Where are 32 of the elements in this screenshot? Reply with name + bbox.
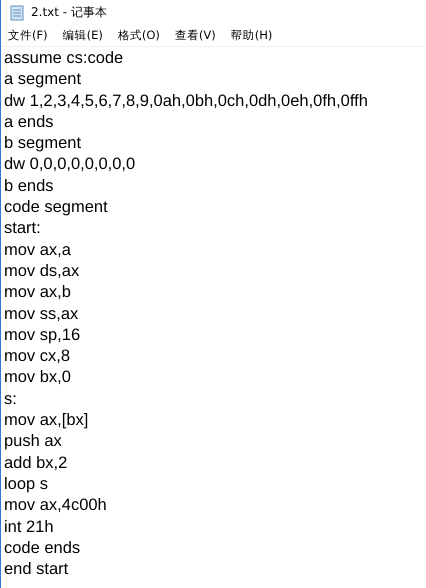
code-line: push ax (4, 431, 63, 452)
code-line: code ends (4, 538, 82, 559)
code-line: mov ax,a (4, 240, 72, 261)
code-line: end start (4, 559, 70, 580)
menu-item[interactable]: 格式(O) (118, 28, 166, 43)
code-line: s: (4, 388, 18, 410)
code-line: dw 1,2,3,4,5,6,7,8,9,0ah,0bh,0ch,0dh,0eh,0fh,0ffh (4, 90, 369, 112)
code-line: b ends (4, 176, 55, 197)
menu-item[interactable]: 查看(V) (174, 28, 222, 43)
code-line: code segment (4, 197, 109, 218)
notepad-icon (10, 4, 24, 20)
code-line: a segment (4, 69, 82, 90)
code-line: dw 0,0,0,0,0,0,0,0 (4, 154, 136, 176)
code-line: loop s (4, 474, 50, 495)
code-line: b segment (4, 133, 82, 154)
code-line: start: (4, 218, 42, 240)
code-line: mov ds,ax (4, 260, 80, 282)
code-line: assume cs:code (4, 48, 124, 69)
code-line: int 21h (4, 516, 55, 538)
code-line: mov sp,16 (4, 324, 82, 346)
menu-item[interactable]: 编辑(E) (62, 28, 109, 43)
menu-item[interactable]: 文件(F) (8, 28, 54, 43)
code-line: mov ax,[bx] (4, 410, 90, 432)
code-line: mov bx,0 (4, 367, 72, 388)
window-title: 2.txt - 记事本 (31, 4, 107, 21)
code-line: a ends (4, 112, 55, 133)
code-line: mov ax,4c00h (4, 495, 108, 516)
code-line: mov ax,b (4, 282, 72, 304)
code-line: mov ss,ax (4, 304, 80, 325)
code-line: mov cx,8 (4, 346, 72, 368)
code-line: add bx,2 (4, 452, 68, 474)
menu-item[interactable]: 帮助(H) (230, 28, 278, 43)
